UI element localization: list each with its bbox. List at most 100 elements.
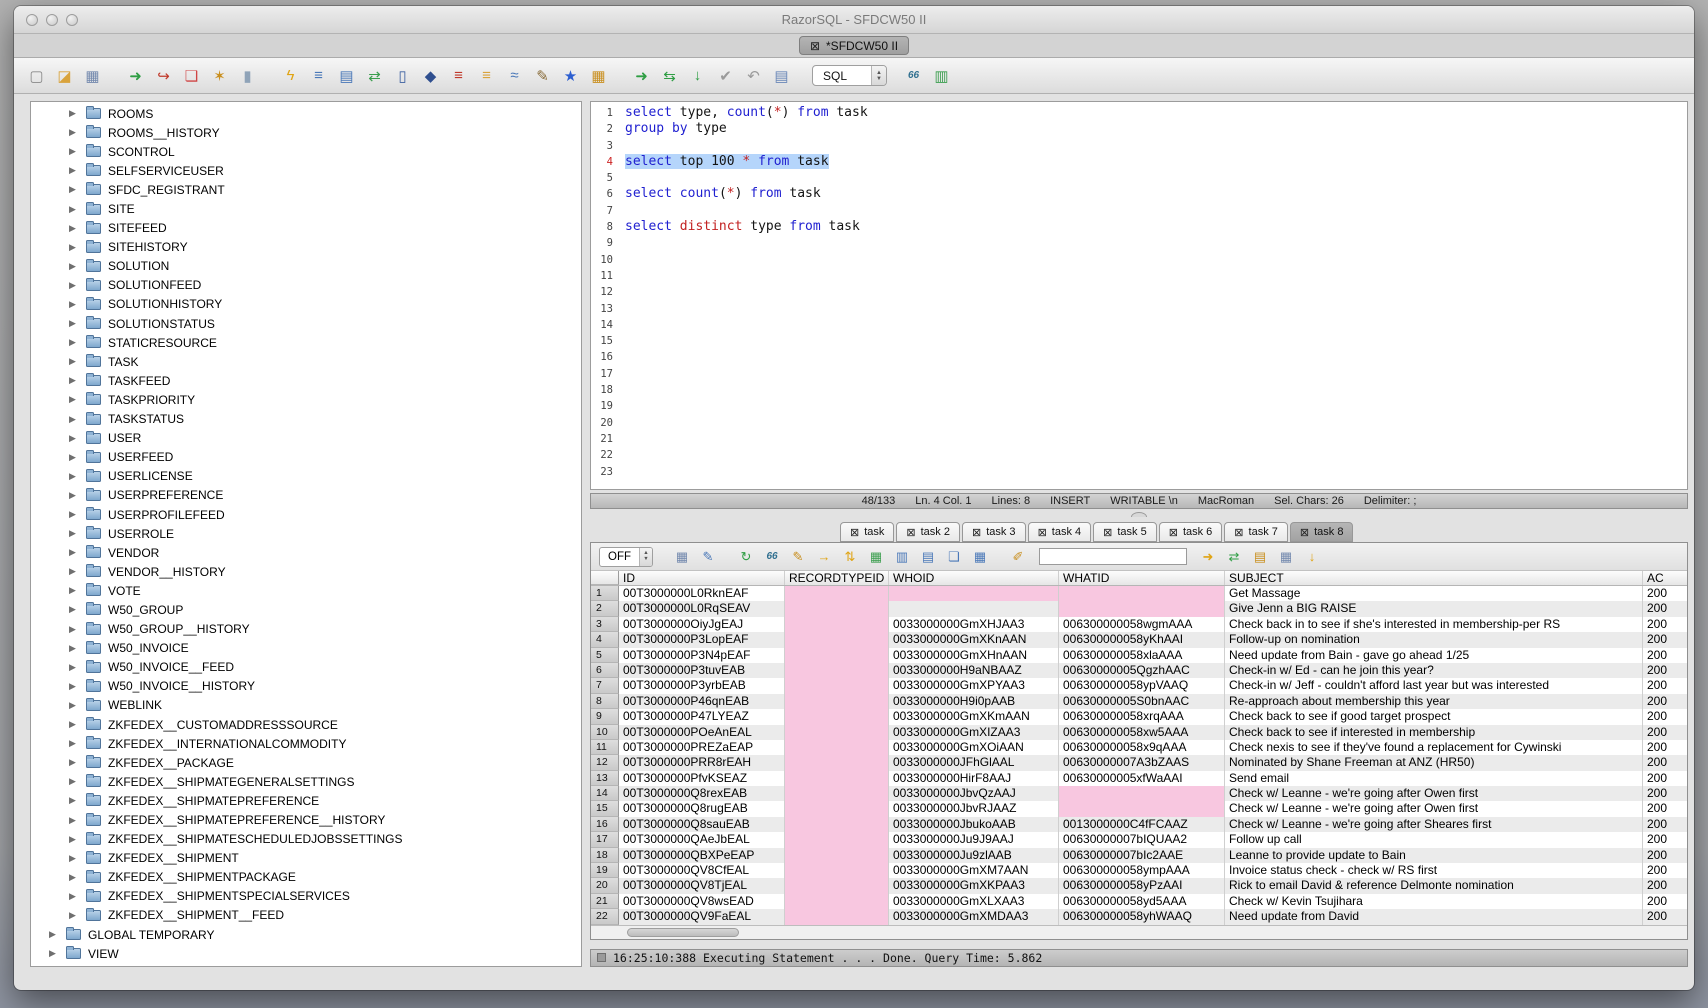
column-header-whoid[interactable]: WHOID — [889, 571, 1059, 585]
tree-item[interactable]: ▶GLOBAL TEMPORARY — [31, 925, 581, 944]
disclosure-triangle-icon[interactable]: ▶ — [69, 165, 81, 176]
tree-item[interactable]: ▶SCONTROL — [31, 142, 581, 161]
table-row[interactable]: 1100T3000000PREZaEAP0033000000GmXOiAAN00… — [591, 740, 1687, 755]
edit-cell-button[interactable]: ✎ — [787, 547, 809, 567]
highlighter-pen-button[interactable]: ✐ — [1007, 547, 1029, 567]
view-notes-button[interactable]: ▤ — [769, 64, 794, 87]
close-tab-icon[interactable]: ⊠ — [1234, 526, 1243, 539]
rollback-undo-button[interactable]: ↶ — [741, 64, 766, 87]
tab-task-7[interactable]: ⊠task 7 — [1224, 522, 1288, 542]
disclosure-triangle-icon[interactable]: ▶ — [69, 834, 81, 845]
disclosure-triangle-icon[interactable]: ▶ — [69, 815, 81, 826]
close-tab-icon[interactable]: ⊠ — [1300, 526, 1309, 539]
book-button[interactable]: ◆ — [418, 64, 443, 87]
describe-table-button[interactable]: 66 — [901, 64, 926, 87]
tree-item[interactable]: ▶ZKFEDEX__SHIPMATEPREFERENCE — [31, 791, 581, 810]
disclosure-triangle-icon[interactable]: ▶ — [69, 280, 81, 291]
close-tab-icon[interactable]: ⊠ — [1169, 526, 1178, 539]
tree-item[interactable]: ▶VENDOR — [31, 543, 581, 562]
journal-button[interactable]: ▯ — [390, 64, 415, 87]
copy-table-button[interactable]: ❏ — [179, 64, 204, 87]
tab-task-6[interactable]: ⊠task 6 — [1159, 522, 1223, 542]
favorites-star-button[interactable]: ★ — [558, 64, 583, 87]
save-results-button[interactable]: ▦ — [671, 547, 693, 567]
disclosure-triangle-icon[interactable]: ▶ — [69, 356, 81, 367]
disclosure-triangle-icon[interactable]: ▶ — [69, 757, 81, 768]
table-row[interactable]: 2200T3000000QV9FaEAL0033000000GmXMDAA300… — [591, 909, 1687, 924]
tree-item[interactable]: ▶STATICRESOURCE — [31, 333, 581, 352]
document-tab[interactable]: ⊠ *SFDCW50 II — [799, 36, 909, 55]
script-pad-button[interactable]: ▤ — [1249, 547, 1271, 567]
tree-item[interactable]: ▶ZKFEDEX__SHIPMATEPREFERENCE__HISTORY — [31, 810, 581, 829]
export-table-button[interactable]: ⇄ — [1223, 547, 1245, 567]
table-row[interactable]: 1400T3000000Q8rexEAB0033000000JbvQzAAJCh… — [591, 786, 1687, 801]
table-form-button[interactable]: ▥ — [891, 547, 913, 567]
disconnect-database-button[interactable]: ↪ — [151, 64, 176, 87]
disclosure-triangle-icon[interactable]: ▶ — [69, 318, 81, 329]
title-bar[interactable]: RazorSQL - SFDCW50 II — [14, 6, 1694, 34]
new-database-button[interactable]: ✶ — [207, 64, 232, 87]
tab-task[interactable]: ⊠task — [840, 522, 894, 542]
disclosure-triangle-icon[interactable]: ▶ — [69, 146, 81, 157]
go-arrow-button[interactable]: ➜ — [1197, 547, 1219, 567]
execute-all-button[interactable]: ⇆ — [657, 64, 682, 87]
edit-pencil-button[interactable]: ✎ — [530, 64, 555, 87]
disclosure-triangle-icon[interactable]: ▶ — [69, 375, 81, 386]
tree-item[interactable]: ▶TASKFEED — [31, 371, 581, 390]
table-row[interactable]: 900T3000000P47LYEAZ0033000000GmXKmAAN006… — [591, 709, 1687, 724]
limit-select[interactable]: OFF ▲▼ — [599, 547, 653, 567]
disclosure-triangle-icon[interactable]: ▶ — [69, 547, 81, 558]
disclosure-triangle-icon[interactable]: ▶ — [49, 948, 61, 959]
tree-item[interactable]: ▶ZKFEDEX__PACKAGE — [31, 753, 581, 772]
table-row[interactable]: 400T3000000P3LopEAF0033000000GmXKnAAN006… — [591, 632, 1687, 647]
disclosure-triangle-icon[interactable]: ▶ — [69, 566, 81, 577]
tree-item[interactable]: ▶ZKFEDEX__CUSTOMADDRESSSOURCE — [31, 715, 581, 734]
table-row[interactable]: 2100T3000000QV8wsEAD0033000000GmXLXAA300… — [591, 894, 1687, 909]
table-row[interactable]: 1200T3000000PRR8rEAH0033000000JFhGlAAL00… — [591, 755, 1687, 770]
disclosure-triangle-icon[interactable]: ▶ — [69, 184, 81, 195]
disclosure-triangle-icon[interactable]: ▶ — [69, 242, 81, 253]
tree-item[interactable]: ▶VENDOR__HISTORY — [31, 562, 581, 581]
tree-item[interactable]: ▶VOTE — [31, 581, 581, 600]
preferences-list-button[interactable]: ≡ — [306, 64, 331, 87]
tree-item[interactable]: ▶SITEFEED — [31, 219, 581, 238]
tree-item[interactable]: ▶ZKFEDEX__SHIPMENT__FEED — [31, 906, 581, 925]
disclosure-triangle-icon[interactable]: ▶ — [69, 776, 81, 787]
sort-lines-button[interactable]: ≡ — [474, 64, 499, 87]
save-grid-button[interactable]: ▦ — [1275, 547, 1297, 567]
tree-item[interactable]: ▶ZKFEDEX__SHIPMENT — [31, 849, 581, 868]
table-row[interactable]: 300T3000000OiyJgEAJ0033000000GmXHJAA3006… — [591, 617, 1687, 632]
tree-item[interactable]: ▶WEBLINK — [31, 696, 581, 715]
disclosure-triangle-icon[interactable]: ▶ — [69, 127, 81, 138]
disclosure-triangle-icon[interactable]: ▶ — [69, 872, 81, 883]
disclosure-triangle-icon[interactable]: ▶ — [69, 738, 81, 749]
table-copy-button[interactable]: ▦ — [969, 547, 991, 567]
results-search-input[interactable] — [1039, 548, 1187, 565]
disclosure-triangle-icon[interactable]: ▶ — [69, 662, 81, 673]
edit-table-button[interactable]: ▦ — [586, 64, 611, 87]
disclosure-triangle-icon[interactable]: ▶ — [69, 394, 81, 405]
tree-item[interactable]: ▶W50_GROUP__HISTORY — [31, 620, 581, 639]
tree-item[interactable]: ▶SOLUTIONHISTORY — [31, 295, 581, 314]
table-refresh-button[interactable]: ▦ — [865, 547, 887, 567]
tree-item[interactable]: ▶USERPROFILEFEED — [31, 505, 581, 524]
disclosure-triangle-icon[interactable]: ▶ — [69, 719, 81, 730]
database-object-tree[interactable]: ▶ROOMS▶ROOMS__HISTORY▶SCONTROL▶SELFSERVI… — [30, 101, 582, 967]
disclosure-triangle-icon[interactable]: ▶ — [69, 624, 81, 635]
refresh-database-button[interactable]: ⇄ — [362, 64, 387, 87]
fetch-down-button[interactable]: ↓ — [685, 64, 710, 87]
tab-task-4[interactable]: ⊠task 4 — [1028, 522, 1092, 542]
disclosure-triangle-icon[interactable]: ▶ — [69, 681, 81, 692]
tab-task-2[interactable]: ⊠task 2 — [896, 522, 960, 542]
database-button[interactable]: ▮ — [235, 64, 260, 87]
stepper-arrows-icon[interactable]: ▲▼ — [871, 66, 886, 85]
disclosure-triangle-icon[interactable]: ▶ — [69, 490, 81, 501]
tree-item[interactable]: ▶TASK — [31, 352, 581, 371]
tree-item[interactable]: ▶SITEHISTORY — [31, 238, 581, 257]
close-window-button[interactable] — [26, 14, 38, 26]
tree-item[interactable]: ▶ROOMS — [31, 104, 581, 123]
column-list-button[interactable]: ≡ — [446, 64, 471, 87]
save-button[interactable]: ▦ — [80, 64, 105, 87]
table-row[interactable]: 700T3000000P3yrbEAB0033000000GmXPYAA3006… — [591, 678, 1687, 693]
zoom-window-button[interactable] — [66, 14, 78, 26]
